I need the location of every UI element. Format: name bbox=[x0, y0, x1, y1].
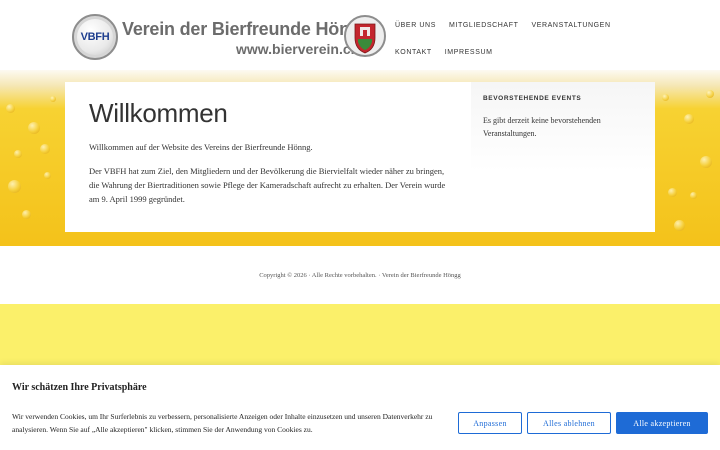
main-navigation: ÜBER UNS MITGLIEDSCHAFT VERANSTALTUNGEN KON… bbox=[388, 14, 638, 68]
logo-url: www.bierverein.ch bbox=[236, 41, 360, 57]
main-content: Willkommen Willkommen auf der Website de… bbox=[89, 98, 449, 206]
beer-bubble bbox=[706, 90, 714, 98]
beer-bubble bbox=[8, 180, 21, 193]
beer-bubble bbox=[6, 104, 15, 113]
beer-hero-background: Willkommen Willkommen auf der Website de… bbox=[0, 70, 720, 246]
cookie-title: Wir schätzen Ihre Privatsphäre bbox=[12, 382, 147, 393]
beer-bubble bbox=[674, 220, 685, 231]
sidebar-events-widget: BEVORSTEHENDE EVENTS Es gibt derzeit kei… bbox=[471, 82, 655, 232]
nav-item-impressum[interactable]: IMPRESSUM bbox=[445, 48, 493, 58]
nav-item-kontakt[interactable]: KONTAKT bbox=[395, 48, 432, 58]
nav-item-mitgliedschaft[interactable]: MITGLIEDSCHAFT bbox=[449, 21, 518, 31]
beer-bubble bbox=[44, 172, 51, 179]
beer-bubble bbox=[684, 114, 694, 124]
description-paragraph: Der VBFH hat zum Ziel, den Mitgliedern u… bbox=[89, 166, 446, 204]
beer-bubble bbox=[668, 188, 677, 197]
beer-bubble bbox=[40, 144, 50, 154]
coat-of-arms-icon bbox=[344, 15, 386, 57]
widget-title: BEVORSTEHENDE EVENTS bbox=[483, 95, 582, 102]
nav-item-veranstaltungen[interactable]: VERANSTALTUNGEN bbox=[531, 21, 610, 31]
content-card: Willkommen Willkommen auf der Website de… bbox=[65, 82, 655, 232]
cookie-accept-all-button[interactable]: Alle akzeptieren bbox=[616, 412, 708, 434]
widget-empty-text: Es gibt derzeit keine bevorstehenden Ver… bbox=[483, 116, 601, 138]
nav-item-ueber-uns[interactable]: ÜBER UNS bbox=[395, 21, 436, 31]
beer-bubble bbox=[50, 96, 56, 102]
copyright-text: Copyright © 2026 · Alle Rechte vorbehalt… bbox=[259, 271, 461, 279]
site-logo[interactable]: VBFH Verein der Bierfreunde Höngg www.bi… bbox=[72, 12, 390, 62]
beer-bubble bbox=[690, 192, 697, 199]
logo-badge-text: VBFH bbox=[80, 31, 110, 43]
cookie-description: Wir verwenden Cookies, um Ihr Surferlebn… bbox=[12, 412, 433, 434]
site-footer: Copyright © 2026 · Alle Rechte vorbehalt… bbox=[0, 246, 720, 304]
intro-paragraph: Willkommen auf der Website des Vereins d… bbox=[89, 142, 313, 152]
beer-bubble bbox=[662, 94, 669, 101]
page-title: Willkommen bbox=[89, 98, 228, 128]
beer-bubble bbox=[700, 156, 712, 168]
cookie-reject-all-button[interactable]: Alles ablehnen bbox=[527, 412, 611, 434]
vbfh-badge-icon: VBFH bbox=[72, 14, 118, 60]
cookie-consent-banner: Wir schätzen Ihre Privatsphäre Wir verwe… bbox=[0, 365, 720, 450]
beer-bubble bbox=[14, 150, 22, 158]
beer-bubble bbox=[28, 122, 40, 134]
beer-bubble bbox=[22, 210, 31, 219]
logo-title: Verein der Bierfreunde Höngg bbox=[122, 19, 372, 39]
cookie-customize-button[interactable]: Anpassen bbox=[458, 412, 522, 434]
site-header: VBFH Verein der Bierfreunde Höngg www.bi… bbox=[0, 0, 720, 70]
